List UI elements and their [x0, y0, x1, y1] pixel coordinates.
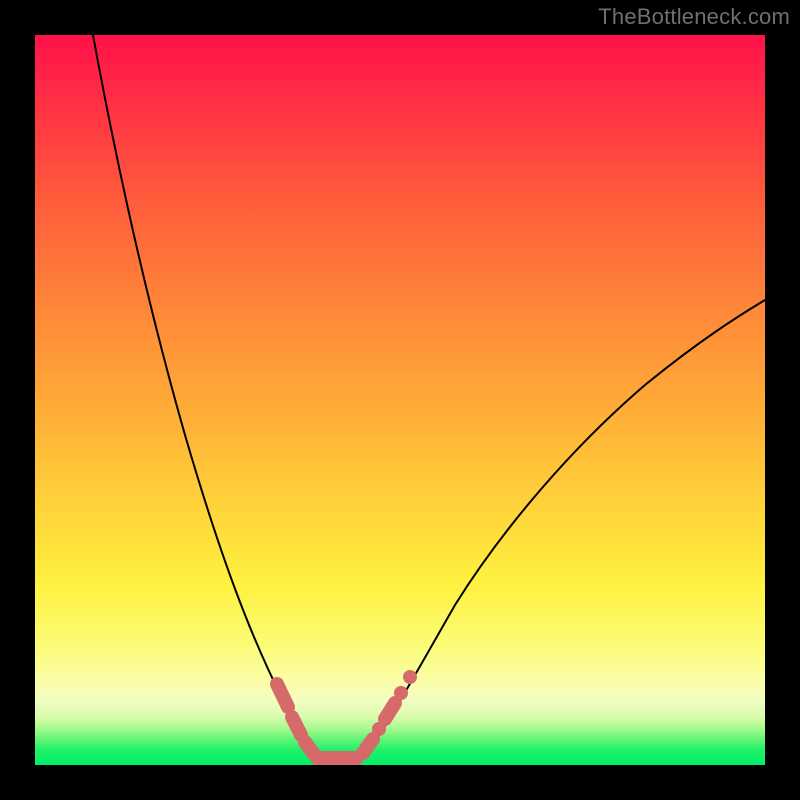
optimal-marker	[305, 742, 313, 753]
optimal-marker-dot	[403, 670, 417, 684]
bottleneck-curve-right	[370, 300, 765, 749]
curve-layer	[35, 35, 765, 765]
optimal-marker	[277, 684, 288, 707]
watermark-text: TheBottleneck.com	[598, 4, 790, 30]
optimal-marker	[363, 739, 373, 753]
optimal-marker	[385, 703, 395, 719]
optimal-marker	[292, 717, 301, 735]
optimal-marker-dot	[394, 686, 408, 700]
plot-area	[35, 35, 765, 765]
bottleneck-curve-left	[93, 35, 308, 751]
chart-frame: TheBottleneck.com	[0, 0, 800, 800]
